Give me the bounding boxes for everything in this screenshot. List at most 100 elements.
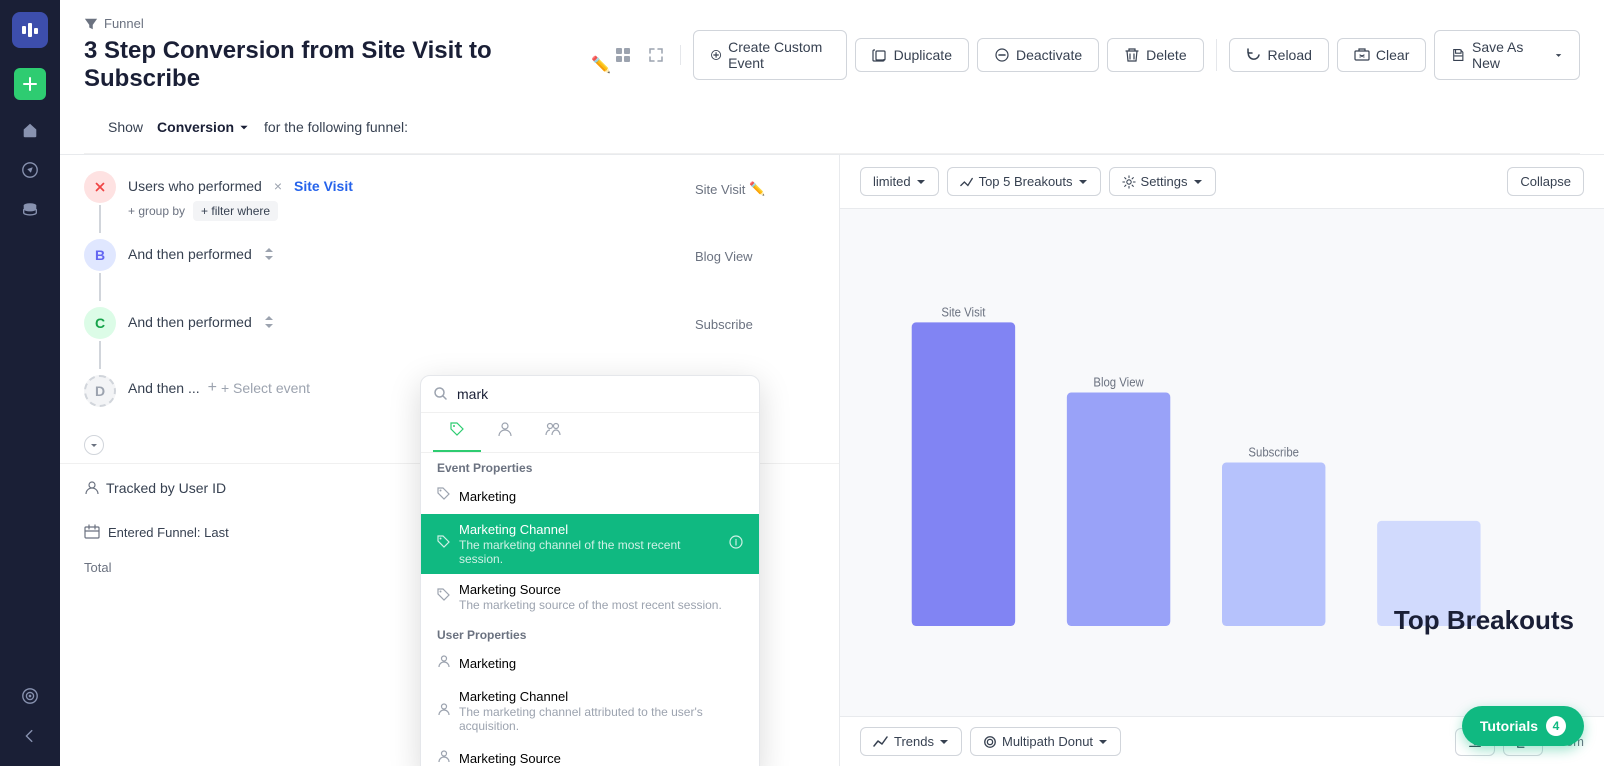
step-b-arrows[interactable] [264, 247, 274, 261]
expand-steps-btn[interactable] [84, 435, 104, 455]
clear-button[interactable]: Clear [1337, 38, 1426, 72]
dropdown-tab-tag[interactable] [433, 413, 481, 452]
sidebar [0, 0, 60, 766]
settings-label: Settings [1141, 174, 1188, 189]
breakout-main-label: Top Breakouts [1394, 605, 1574, 636]
conversion-dropdown-btn[interactable]: Conversion [151, 117, 256, 137]
reload-button[interactable]: Reload [1229, 38, 1329, 72]
step-d-circle: D [84, 375, 116, 407]
dropdown-item-user-mktg-name: Marketing [459, 656, 743, 671]
funnel-icon [84, 17, 98, 31]
dropdown-item-marketing-channel-selected[interactable]: Marketing Channel The marketing channel … [421, 514, 759, 574]
step-d-left: D [84, 375, 116, 407]
tag-icon-source [437, 588, 451, 607]
header-icon-buttons: Create Custom Event Duplicate Deactivate… [611, 30, 1204, 80]
right-panel-header: limited Top 5 Breakouts Settings [840, 155, 1604, 209]
step-connector-a [99, 205, 101, 233]
tutorials-badge: 4 [1546, 716, 1566, 736]
funnel-step-a: Users who performed × Site Visit Site Vi… [84, 171, 815, 235]
dropdown-item-user-marketing[interactable]: Marketing [421, 646, 759, 681]
show-label: Show [108, 119, 143, 135]
duplicate-button[interactable]: Duplicate [855, 38, 969, 72]
title-edit-icon[interactable]: ✏️ [591, 55, 611, 75]
expand-icon-btn[interactable] [644, 39, 669, 71]
step-b-letter: B [95, 247, 105, 263]
dropdown-tab-group[interactable] [529, 413, 577, 452]
info-icon[interactable] [729, 535, 743, 554]
step-a-event-name[interactable]: Site Visit [294, 178, 353, 194]
dropdown-tab-user[interactable] [481, 413, 529, 452]
for-following-label: for the following funnel: [264, 119, 408, 135]
tracked-label: Tracked by User ID [84, 480, 226, 496]
sidebar-item-database[interactable] [12, 192, 48, 228]
tracked-by-label: Tracked by User ID [106, 480, 226, 496]
dropdown-item-user-mktg-channel-name: Marketing Channel [459, 689, 743, 704]
collapse-button[interactable]: Collapse [1507, 167, 1584, 196]
filter-dropdown: Event Properties Marketing [420, 375, 760, 766]
dropdown-item-user-mktg-channel[interactable]: Marketing Channel The marketing channel … [421, 681, 759, 741]
step-a-edit-pencil[interactable]: ✏️ [749, 181, 765, 197]
left-panel: Users who performed × Site Visit Site Vi… [60, 155, 840, 766]
top-breakouts-btn[interactable]: Top 5 Breakouts [947, 167, 1101, 196]
step-d-select-event[interactable]: + Select event [208, 379, 310, 397]
trends-btn[interactable]: Trends [860, 727, 962, 756]
right-panel-left-actions: limited Top 5 Breakouts Settings [860, 167, 1216, 196]
step-connector-b [99, 273, 101, 301]
clear-label: Clear [1376, 47, 1409, 63]
step-a-content: Users who performed × Site Visit Site Vi… [128, 171, 815, 229]
step-b-content: And then performed Blog View [128, 239, 815, 268]
dropdown-item-marketing-plain[interactable]: Marketing [421, 479, 759, 514]
create-custom-event-button[interactable]: Create Custom Event [693, 30, 847, 80]
step-b-circle: B [84, 239, 116, 271]
add-button[interactable] [14, 68, 46, 100]
filter-search-input[interactable] [457, 386, 747, 402]
search-icon [433, 386, 449, 402]
duplicate-label: Duplicate [894, 47, 952, 63]
save-as-new-button[interactable]: Save As New [1434, 30, 1580, 80]
collapse-label: Collapse [1520, 174, 1571, 189]
top-breakouts-label: Top 5 Breakouts [979, 174, 1073, 189]
step-a-right-label: Site Visit ✏️ [695, 175, 815, 197]
user-icon-marketing [437, 654, 451, 673]
limited-btn[interactable]: limited [860, 167, 939, 196]
user-icon-mktg-source [437, 749, 451, 766]
dropdown-item-user-mktg-source[interactable]: Marketing Source [421, 741, 759, 766]
step-d-letter: D [95, 383, 105, 399]
user-properties-header: User Properties [421, 620, 759, 646]
sidebar-item-back[interactable] [12, 718, 48, 754]
reload-label: Reload [1268, 47, 1312, 63]
dropdown-item-user-mktg-channel-desc: The marketing channel attributed to the … [459, 705, 743, 733]
page-header: Funnel 3 Step Conversion from Site Visit… [60, 0, 1604, 155]
settings-btn[interactable]: Settings [1109, 167, 1216, 196]
step-a-delete-btn[interactable] [84, 171, 116, 203]
step-a-performed-text: Users who performed [128, 178, 262, 194]
multipath-donut-label: Multipath Donut [1002, 734, 1093, 749]
dropdown-item-mktg-source-name: Marketing Source [459, 582, 743, 597]
app-logo [12, 12, 48, 48]
group-by-btn[interactable]: + group by [128, 204, 185, 218]
step-c-letter: C [95, 315, 105, 331]
dropdown-item-marketing-name: Marketing [459, 489, 743, 504]
step-c-arrows[interactable] [264, 315, 274, 329]
step-connector-c [99, 341, 101, 369]
deactivate-button[interactable]: Deactivate [977, 38, 1099, 72]
filter-where-btn[interactable]: + filter where [193, 201, 278, 221]
dropdown-item-mktg-source-desc: The marketing source of the most recent … [459, 598, 743, 612]
dropdown-item-user-mktg-channel-text: Marketing Channel The marketing channel … [459, 689, 743, 733]
dropdown-item-marketing-text: Marketing [459, 489, 743, 504]
tutorials-button[interactable]: Tutorials 4 [1462, 706, 1584, 746]
delete-button[interactable]: Delete [1107, 38, 1203, 72]
tutorials-label: Tutorials [1480, 718, 1538, 734]
sidebar-item-home[interactable] [12, 112, 48, 148]
grid-view-icon-btn[interactable] [611, 39, 636, 71]
user-icon-mktg-channel [437, 702, 451, 721]
show-conversion-bar: Show Conversion for the following funnel… [84, 101, 1580, 154]
conversion-label: Conversion [157, 119, 234, 135]
event-properties-header: Event Properties [421, 453, 759, 479]
trends-label: Trends [894, 734, 934, 749]
title-text: 3 Step Conversion from Site Visit to Sub… [84, 37, 581, 93]
dropdown-item-marketing-source[interactable]: Marketing Source The marketing source of… [421, 574, 759, 620]
sidebar-item-target[interactable] [12, 678, 48, 714]
multipath-donut-btn[interactable]: Multipath Donut [970, 727, 1121, 756]
sidebar-item-compass[interactable] [12, 152, 48, 188]
